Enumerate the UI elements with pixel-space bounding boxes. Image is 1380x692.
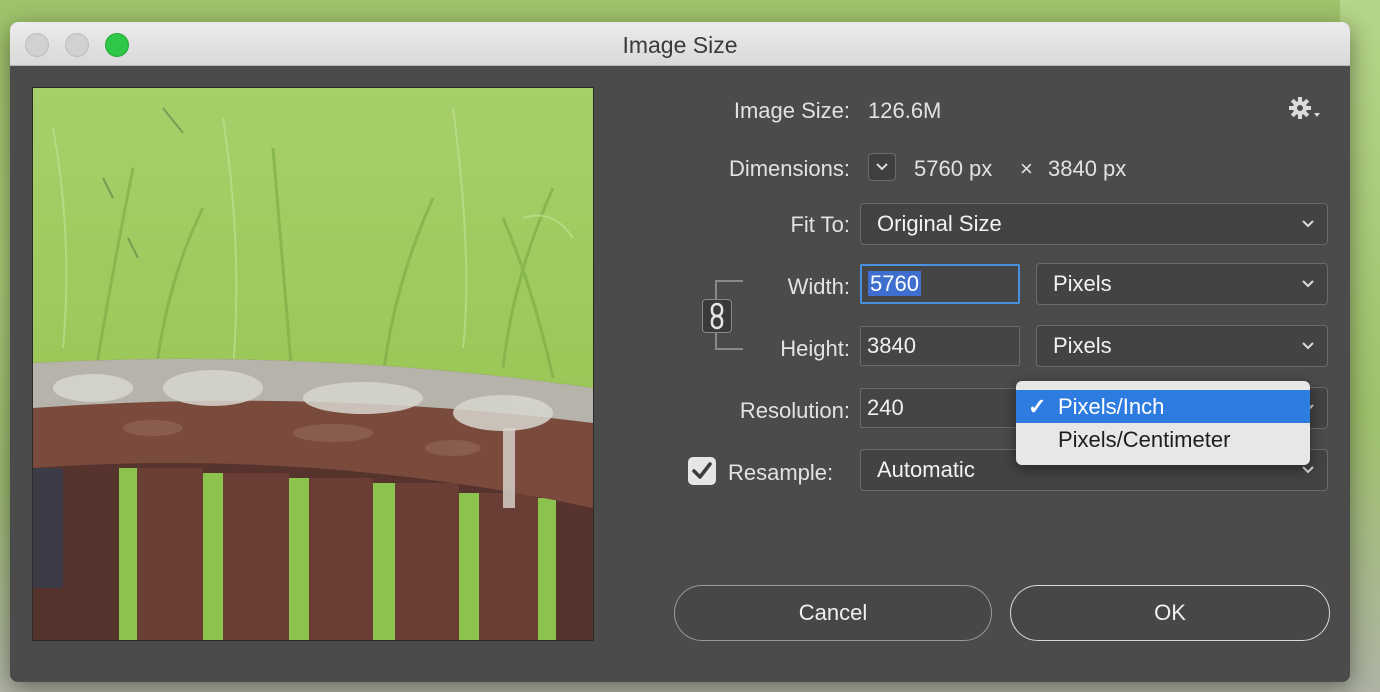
- resolution-value: 240: [867, 395, 904, 420]
- chevron-down-icon: [1301, 204, 1315, 230]
- width-unit-value: Pixels: [1053, 271, 1112, 296]
- resolution-label: Resolution:: [739, 398, 850, 423]
- ok-button[interactable]: OK: [1010, 585, 1330, 641]
- height-unit-value: Pixels: [1053, 333, 1112, 358]
- dimensions-label: Dimensions:: [728, 156, 850, 181]
- image-preview[interactable]: [32, 87, 594, 641]
- chevron-down-icon[interactable]: [868, 153, 896, 181]
- width-unit-select[interactable]: Pixels: [1036, 263, 1328, 305]
- gear-icon[interactable]: [1288, 96, 1324, 124]
- resolution-input[interactable]: 240: [860, 388, 1020, 428]
- menu-item-pixels-inch[interactable]: ✓ Pixels/Inch: [1016, 390, 1310, 423]
- cancel-button[interactable]: Cancel: [674, 585, 992, 641]
- width-label: Width:: [787, 274, 850, 299]
- fit-to-select[interactable]: Original Size: [860, 203, 1328, 245]
- image-size-value: 126.6M: [868, 98, 942, 123]
- chevron-down-icon: [1301, 326, 1315, 352]
- resample-label: Resample:: [728, 460, 834, 485]
- dimensions-height: 3840 px: [1048, 156, 1127, 181]
- height-value: 3840: [867, 333, 916, 358]
- dimensions-width: 5760 px: [914, 156, 993, 181]
- link-icon[interactable]: [702, 299, 732, 333]
- resolution-unit-menu: ✓ Pixels/Inch Pixels/Centimeter: [1016, 381, 1310, 465]
- menu-item-pixels-centimeter[interactable]: Pixels/Centimeter: [1016, 423, 1310, 456]
- checkmark-icon: ✓: [1028, 394, 1047, 419]
- dimensions-times: ×: [1020, 156, 1033, 181]
- fit-to-label: Fit To:: [790, 212, 850, 237]
- height-input[interactable]: 3840: [860, 326, 1020, 366]
- window-title: Image Size: [622, 32, 738, 58]
- width-value: 5760: [868, 271, 921, 296]
- width-input[interactable]: 5760: [860, 264, 1020, 304]
- height-unit-select[interactable]: Pixels: [1036, 325, 1328, 367]
- image-size-dialog: Image Size Image Size: 126.6M Dimensions…: [10, 22, 1350, 682]
- resample-value: Automatic: [877, 457, 975, 482]
- image-size-label: Image Size:: [733, 98, 850, 123]
- resample-checkbox[interactable]: [688, 457, 716, 485]
- fit-to-value: Original Size: [877, 211, 1002, 236]
- chevron-down-icon: [1301, 264, 1315, 290]
- height-label: Height:: [780, 336, 850, 361]
- menu-item-label: Pixels/Centimeter: [1058, 427, 1231, 452]
- title-bar: Image Size: [10, 22, 1350, 66]
- menu-item-label: Pixels/Inch: [1058, 394, 1165, 419]
